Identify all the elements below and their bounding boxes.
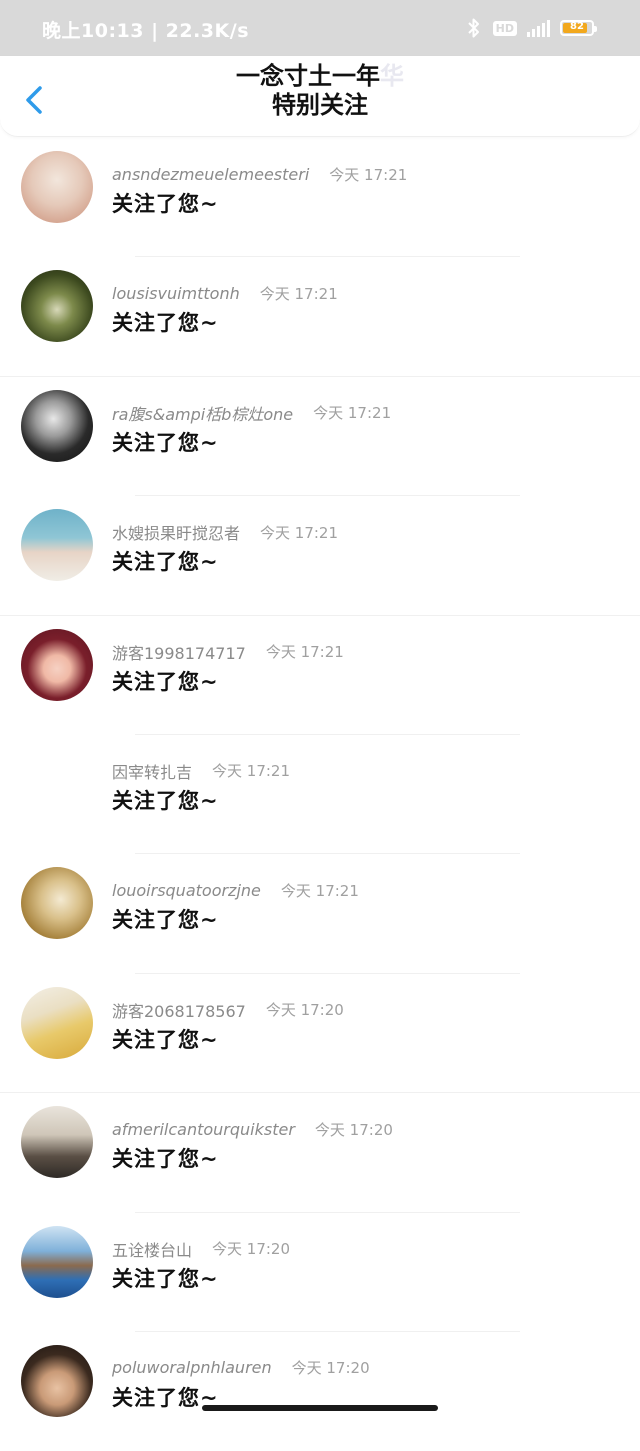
timestamp: 今天 17:20 <box>212 1240 291 1259</box>
header-bar: 一念寸土一年华 特别关注 <box>0 56 640 137</box>
message-text: 关注了您~ <box>112 1266 219 1291</box>
avatar[interactable] <box>21 1106 93 1179</box>
list-item[interactable]: lousisvuimttonh 今天 17:21 关注了您~ <box>0 257 640 377</box>
list-item[interactable]: 游客2068178567 今天 17:20 关注了您~ <box>0 974 640 1094</box>
username[interactable]: 游客1998174717 <box>112 640 246 664</box>
avatar[interactable] <box>21 151 93 223</box>
item-meta: louoirsquatoorzjne 今天 17:21 <box>112 878 359 902</box>
profile-nickname-tail: 华 <box>380 62 404 90</box>
avatar[interactable] <box>21 986 93 1059</box>
item-meta: 因宰转扎吉 今天 17:21 <box>112 759 290 783</box>
status-bar: 晚上10:13 | 22.3K/s HD 82 <box>0 0 640 56</box>
timestamp: 今天 17:20 <box>265 1001 344 1020</box>
username[interactable]: ra腹s&ampi栝b棕灶one <box>112 401 293 425</box>
profile-nickname: 一念寸土一年华 <box>0 62 640 90</box>
list-item[interactable]: louoirsquatoorzjne 今天 17:21 关注了您~ <box>0 854 640 974</box>
avatar[interactable] <box>21 1344 93 1417</box>
list-item[interactable]: afmerilcantourquikster 今天 17:20 关注了您~ <box>0 1093 640 1213</box>
page-title: 特别关注 <box>272 91 368 119</box>
list-item[interactable]: ansndezmeuelemeesteri 今天 17:21 关注了您~ <box>0 138 640 258</box>
username[interactable]: ansndezmeuelemeesteri <box>112 165 309 184</box>
timestamp: 今天 17:21 <box>329 165 408 184</box>
username[interactable]: lousisvuimttonh <box>112 284 240 303</box>
battery-level: 82 <box>570 21 584 32</box>
timestamp: 今天 17:20 <box>314 1120 393 1139</box>
username[interactable]: 水嫂损果盱搅忍者 <box>112 520 240 544</box>
item-meta: poluworalpnhlauren 今天 17:20 <box>112 1356 370 1380</box>
bluetooth-icon <box>465 17 483 39</box>
username[interactable]: 因宰转扎吉 <box>112 759 192 783</box>
avatar[interactable] <box>21 747 93 820</box>
header-title-block: 一念寸土一年华 特别关注 <box>0 62 640 120</box>
item-meta: lousisvuimttonh 今天 17:21 <box>112 281 338 305</box>
username[interactable]: afmerilcantourquikster <box>112 1120 295 1139</box>
hd-icon: HD <box>492 20 517 36</box>
timestamp: 今天 17:21 <box>260 523 339 542</box>
username[interactable]: 五诠楼台山 <box>112 1237 192 1261</box>
avatar[interactable] <box>21 867 93 940</box>
item-meta: afmerilcantourquikster 今天 17:20 <box>112 1117 393 1141</box>
status-time-speed: 晚上10:13 | 22.3K/s <box>42 20 249 42</box>
item-meta: ra腹s&ampi栝b棕灶one 今天 17:21 <box>112 401 391 425</box>
message-text: 关注了您~ <box>112 669 219 694</box>
message-text: 关注了您~ <box>112 908 219 933</box>
home-indicator[interactable] <box>202 1405 438 1411</box>
item-meta: ansndezmeuelemeesteri 今天 17:21 <box>112 162 407 186</box>
timestamp: 今天 17:21 <box>280 881 359 900</box>
avatar[interactable] <box>21 628 93 701</box>
message-text: 关注了您~ <box>112 788 219 813</box>
message-text: 关注了您~ <box>112 1027 219 1052</box>
message-text: 关注了您~ <box>112 550 219 575</box>
item-meta: 游客2068178567 今天 17:20 <box>112 998 344 1022</box>
follow-notification-list: ansndezmeuelemeesteri 今天 17:21 关注了您~ lou… <box>0 138 640 1451</box>
timestamp: 今天 17:20 <box>291 1359 370 1378</box>
username[interactable]: louoirsquatoorzjne <box>112 881 261 900</box>
profile-nickname-main: 一念寸土一年 <box>236 62 380 90</box>
battery-icon: 82 <box>560 20 597 36</box>
timestamp: 今天 17:21 <box>313 404 392 423</box>
list-item[interactable]: ra腹s&ampi栝b棕灶one 今天 17:21 关注了您~ <box>0 377 640 497</box>
timestamp: 今天 17:21 <box>265 643 344 662</box>
item-meta: 水嫂损果盱搅忍者 今天 17:21 <box>112 520 338 544</box>
signal-icon <box>527 19 550 37</box>
list-item[interactable]: 因宰转扎吉 今天 17:21 关注了您~ <box>0 735 640 855</box>
username[interactable]: 游客2068178567 <box>112 998 246 1022</box>
message-text: 关注了您~ <box>112 311 219 336</box>
avatar[interactable] <box>21 509 93 582</box>
item-meta: 五诠楼台山 今天 17:20 <box>112 1237 290 1261</box>
list-item[interactable]: poluworalpnhlauren 今天 17:20 关注了您~ <box>0 1332 640 1451</box>
timestamp: 今天 17:21 <box>259 284 338 303</box>
message-text: 关注了您~ <box>112 1147 219 1172</box>
status-icons: HD 82 <box>465 16 597 40</box>
item-meta: 游客1998174717 今天 17:21 <box>112 640 344 664</box>
avatar[interactable] <box>21 270 93 343</box>
avatar[interactable] <box>21 389 93 462</box>
username[interactable]: poluworalpnhlauren <box>112 1358 272 1377</box>
list-item[interactable]: 水嫂损果盱搅忍者 今天 17:21 关注了您~ <box>0 496 640 616</box>
message-text: 关注了您~ <box>112 192 219 216</box>
list-item[interactable]: 游客1998174717 今天 17:21 关注了您~ <box>0 616 640 735</box>
message-text: 关注了您~ <box>112 430 219 455</box>
avatar[interactable] <box>21 1225 93 1298</box>
timestamp: 今天 17:21 <box>212 762 291 781</box>
list-item[interactable]: 五诠楼台山 今天 17:20 关注了您~ <box>0 1213 640 1332</box>
